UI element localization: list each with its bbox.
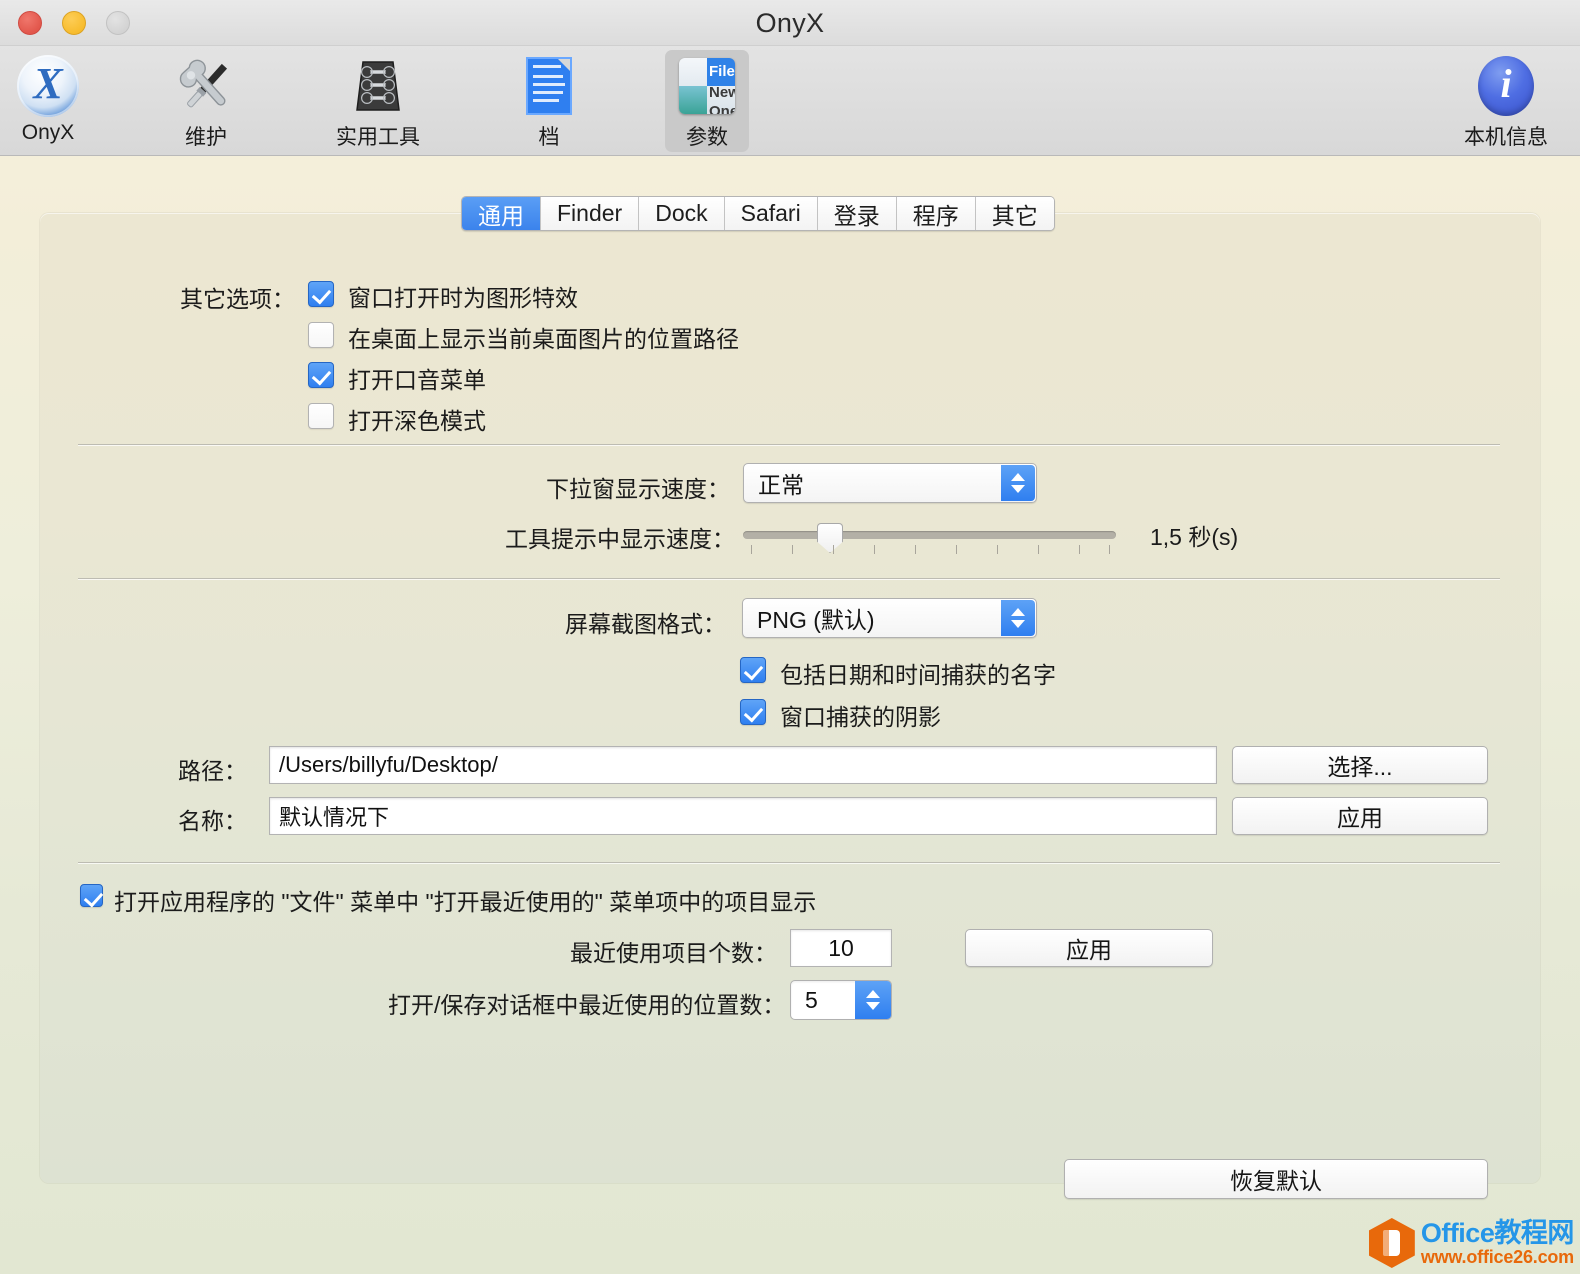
apply-name-button[interactable]: 应用 (1232, 797, 1488, 835)
checkbox-window-open-effects[interactable] (308, 281, 334, 307)
recent-items-count-label: 最近使用项目个数： (570, 940, 777, 966)
tab-login[interactable]: 登录 (817, 197, 897, 230)
tooltip-speed-value: 1,5 秒(s) (1150, 524, 1239, 550)
onyx-window: OnyX X OnyX 维护 实用工具 档 File New One 参数 i … (0, 0, 1580, 1274)
name-input-value: 默认情况下 (279, 805, 390, 830)
toolbar-item-maintenance[interactable]: 维护 (164, 50, 248, 152)
tab-general[interactable]: 通用 (462, 197, 541, 230)
watermark: Office教程网 www.office26.com (1368, 1218, 1575, 1268)
tab-finder[interactable]: Finder (541, 197, 640, 230)
path-input-value: /Users/billyfu/Desktop/ (279, 752, 498, 777)
slider-ticks (743, 545, 1116, 557)
maintenance-tools-icon (175, 55, 237, 117)
separator-2 (78, 578, 1500, 579)
toolbar-item-label: 参数 (686, 126, 728, 149)
toolbar-item-parameters[interactable]: File New One 参数 (665, 50, 749, 152)
separator-3 (78, 862, 1500, 863)
checkbox-label-window-capture-shadow: 窗口捕获的阴影 (780, 704, 941, 730)
checkbox-accent-menu[interactable] (308, 362, 334, 388)
screenshot-format-select[interactable]: PNG (默认) (742, 598, 1037, 638)
recent-places-value: 5 (805, 986, 818, 1013)
tooltip-speed-label: 工具提示中显示速度： (505, 526, 735, 552)
preferences-tabbar: 通用 Finder Dock Safari 登录 程序 其它 (461, 196, 1055, 231)
checkbox-label-include-datetime-in-name: 包括日期和时间捕获的名字 (780, 662, 1056, 688)
toolbar-item-label: 本机信息 (1464, 126, 1548, 149)
utilities-wrench-icon (347, 55, 409, 117)
toolbar-item-onyx[interactable]: X OnyX (6, 50, 90, 152)
other-options-label: 其它选项： (180, 286, 295, 312)
apply-recent-count-button[interactable]: 应用 (965, 929, 1213, 967)
toolbar-item-label: 维护 (185, 126, 227, 149)
tab-other[interactable]: 其它 (975, 197, 1054, 230)
chevron-updown-icon (1001, 465, 1035, 501)
watermark-site-url: www.office26.com (1420, 1246, 1574, 1267)
separator-1 (78, 444, 1500, 445)
checkbox-label-show-recent-items: 打开应用程序的 "文件" 菜单中 "打开最近使用的" 菜单项中的项目显示 (114, 889, 817, 915)
tab-programs[interactable]: 程序 (896, 197, 976, 230)
checkbox-show-recent-items[interactable] (80, 884, 103, 907)
checkbox-window-capture-shadow[interactable] (740, 699, 766, 725)
parameters-icon: File New One (676, 55, 738, 117)
chevron-updown-icon (1001, 600, 1035, 636)
recent-places-label: 打开/保存对话框中最近使用的位置数： (388, 992, 786, 1018)
screenshot-format-label: 屏幕截图格式： (565, 611, 726, 637)
checkbox-include-datetime-in-name[interactable] (740, 657, 766, 683)
name-input[interactable]: 默认情况下 (269, 797, 1217, 835)
toolbar: X OnyX 维护 实用工具 档 File New One 参数 i 本机信息 (0, 46, 1580, 156)
dropdown-speed-value: 正常 (758, 472, 804, 498)
choose-path-button[interactable]: 选择... (1232, 746, 1488, 784)
tab-dock[interactable]: Dock (639, 197, 725, 230)
slider-track (743, 531, 1116, 539)
checkbox-show-desktop-picture-path[interactable] (308, 322, 334, 348)
toolbar-item-document[interactable]: 档 (507, 50, 591, 152)
path-label: 路径： (178, 758, 247, 784)
checkbox-label-show-desktop-picture-path: 在桌面上显示当前桌面图片的位置路径 (348, 326, 739, 352)
document-icon (518, 55, 580, 117)
checkbox-label-accent-menu: 打开口音菜单 (348, 367, 486, 393)
toolbar-item-system-info[interactable]: i 本机信息 (1464, 50, 1548, 152)
window-title: OnyX (755, 8, 825, 38)
recent-places-stepper[interactable]: 5 (790, 980, 892, 1020)
onyx-x-icon: X (17, 55, 79, 117)
toolbar-item-label: 档 (538, 126, 560, 149)
pref-icon-file-text: File (709, 63, 735, 80)
checkbox-label-dark-mode: 打开深色模式 (348, 408, 486, 434)
pref-icon-one-text: One (709, 103, 735, 114)
dropdown-speed-select[interactable]: 正常 (743, 463, 1037, 503)
info-circle-icon: i (1475, 55, 1537, 117)
checkbox-label-window-open-effects: 窗口打开时为图形特效 (348, 285, 578, 311)
path-input[interactable]: /Users/billyfu/Desktop/ (269, 746, 1217, 784)
screenshot-format-value: PNG (默认) (757, 607, 875, 633)
toolbar-item-utilities[interactable]: 实用工具 (336, 50, 420, 152)
titlebar: OnyX (0, 0, 1580, 46)
watermark-site-name: Office教程网 (1420, 1218, 1575, 1249)
office-logo-icon (1368, 1218, 1415, 1268)
restore-defaults-button[interactable]: 恢复默认 (1064, 1159, 1488, 1199)
name-label: 名称： (178, 808, 247, 834)
checkbox-dark-mode[interactable] (308, 403, 334, 429)
stepper-updown-icon[interactable] (855, 981, 891, 1019)
toolbar-item-label: 实用工具 (336, 126, 420, 149)
toolbar-item-label: OnyX (21, 121, 75, 144)
tab-safari[interactable]: Safari (724, 197, 818, 230)
pref-icon-new-text: New (709, 84, 735, 101)
dropdown-speed-label: 下拉窗显示速度： (546, 476, 730, 502)
recent-items-count-input[interactable]: 10 (790, 929, 892, 967)
